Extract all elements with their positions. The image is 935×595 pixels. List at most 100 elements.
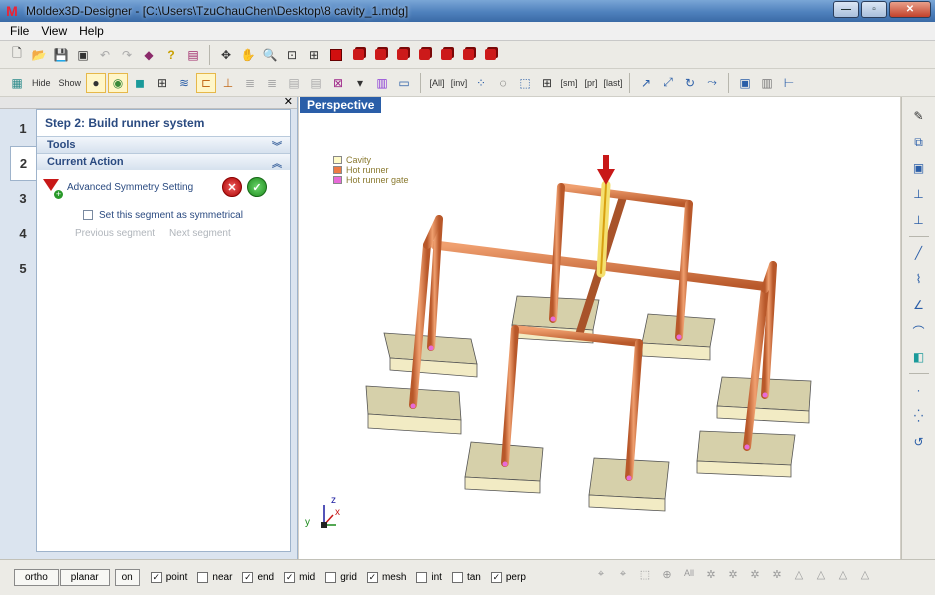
hide-button[interactable]: Hide (29, 73, 54, 93)
snap-node2-icon[interactable]: ✲ (724, 568, 742, 586)
select-same-icon[interactable]: [sm] (559, 73, 579, 93)
layer-stack-3-icon[interactable]: ▤ (284, 73, 304, 93)
fit-view-icon[interactable]: ⊞ (304, 45, 324, 65)
ortho-button[interactable]: ortho (14, 569, 59, 586)
pan-icon[interactable]: ✥ (216, 45, 236, 65)
cancel-button[interactable]: ✕ (222, 177, 242, 197)
snap-mid-checkbox[interactable]: ✓ (284, 572, 296, 583)
sketch-icon[interactable]: ✎ (909, 105, 929, 127)
new-file-icon[interactable]: 🗋 (7, 45, 27, 65)
snap-tri2-icon[interactable]: △ (812, 568, 830, 586)
menu-file[interactable]: File (4, 24, 35, 38)
snap-near[interactable]: near (197, 572, 232, 583)
snap-tri1-icon[interactable]: △ (790, 568, 808, 586)
transform-2-icon[interactable]: ⤢ (658, 73, 678, 93)
view-iso-4-icon[interactable] (414, 45, 434, 65)
symmetry-checkbox[interactable] (83, 210, 93, 220)
select-box-icon[interactable]: ⬚ (515, 73, 535, 93)
help-icon[interactable]: ? (161, 45, 181, 65)
angle-line-icon[interactable]: ∠ (909, 294, 929, 316)
snap-int-checkbox[interactable] (416, 572, 428, 583)
arc-icon[interactable]: ⌒ (909, 320, 929, 342)
snap-perp[interactable]: ✓ perp (490, 572, 526, 583)
snap-end[interactable]: ✓ end (242, 572, 274, 583)
layer-icon[interactable]: ▦ (7, 73, 27, 93)
transform-4-icon[interactable]: ⤳ (702, 73, 722, 93)
snap-all-icon[interactable]: All (680, 568, 698, 586)
select-points-icon[interactable]: ⁘ (471, 73, 491, 93)
view-iso-5-icon[interactable] (436, 45, 456, 65)
select-all-icon[interactable]: [All] (427, 73, 447, 93)
snap-tri4-icon[interactable]: △ (856, 568, 874, 586)
zoom-icon[interactable]: 🔍 (260, 45, 280, 65)
screenshot-icon[interactable]: ▤ (183, 45, 203, 65)
polyline-icon[interactable]: ⌇ (909, 268, 929, 290)
snap-end-checkbox[interactable]: ✓ (242, 572, 254, 583)
color-cube-icon[interactable]: ◼ (130, 73, 150, 93)
snap-mesh[interactable]: ✓ mesh (366, 572, 406, 583)
snap-tri3-icon[interactable]: △ (834, 568, 852, 586)
view-tab-perspective[interactable]: Perspective (300, 97, 382, 113)
snap-zoom-icon[interactable]: ⊕ (658, 568, 676, 586)
invert-selection-icon[interactable]: [inv] (449, 73, 469, 93)
open-folder-icon[interactable]: 📂 (29, 45, 49, 65)
step-tab-2[interactable]: 2 (10, 146, 36, 181)
view-iso-1-icon[interactable] (348, 45, 368, 65)
snap-node1-icon[interactable]: ✲ (702, 568, 720, 586)
next-segment-button[interactable]: Next segment (169, 228, 231, 246)
book-icon[interactable]: ◆ (139, 45, 159, 65)
snap-tan-checkbox[interactable] (451, 572, 463, 583)
current-action-header[interactable]: Current Action ︽ (37, 153, 290, 170)
node-move-icon[interactable]: ⊥ (909, 209, 929, 231)
snap-node4-icon[interactable]: ✲ (768, 568, 786, 586)
save-icon[interactable]: 💾 (51, 45, 71, 65)
ruler-icon[interactable]: ⊢ (779, 73, 799, 93)
3d-viewport[interactable]: z y x Perspective Cavity Hot runner Hot … (299, 97, 900, 559)
dropdown-arrow-icon[interactable]: ▾ (350, 73, 370, 93)
step-tab-1[interactable]: 1 (10, 111, 36, 146)
menu-help[interactable]: Help (73, 24, 110, 38)
snap-grid[interactable]: grid (325, 572, 357, 583)
snap-perp-checkbox[interactable]: ✓ (490, 572, 502, 583)
snap-mesh-checkbox[interactable]: ✓ (366, 572, 378, 583)
chart-icon[interactable]: ▥ (757, 73, 777, 93)
mesh-box-icon[interactable]: ▣ (909, 157, 929, 179)
select-grid-icon[interactable]: ⊞ (537, 73, 557, 93)
previous-segment-button[interactable]: Previous segment (75, 228, 155, 246)
curve-icon[interactable]: ↺ (909, 431, 929, 453)
shaded-sphere-icon[interactable]: ● (86, 72, 107, 93)
runner-shape-icon[interactable]: ⊏ (196, 72, 217, 93)
snap-int[interactable]: int (416, 572, 442, 583)
step-tab-3[interactable]: 3 (10, 181, 36, 216)
select-circle-icon[interactable]: ◌ (493, 73, 513, 93)
image-icon[interactable]: ▣ (735, 73, 755, 93)
confirm-button[interactable]: ✓ (247, 177, 267, 197)
view-iso-2-icon[interactable] (370, 45, 390, 65)
view-iso-3-icon[interactable] (392, 45, 412, 65)
multi-point-icon[interactable]: ⁛ (909, 405, 929, 427)
zoom-window-icon[interactable]: ⊡ (282, 45, 302, 65)
view-iso-6-icon[interactable] (458, 45, 478, 65)
line-icon[interactable]: ╱ (909, 242, 929, 264)
tools-section-header[interactable]: Tools ︾ (37, 136, 290, 153)
menu-view[interactable]: View (35, 24, 73, 38)
snap-grid-checkbox[interactable] (325, 572, 337, 583)
layer-stack-4-icon[interactable]: ▤ (306, 73, 326, 93)
part-icon[interactable]: ⧉ (909, 131, 929, 153)
close-window-button[interactable]: ✕ (889, 1, 931, 18)
maximize-button[interactable]: ▫ (861, 1, 887, 18)
step-tab-5[interactable]: 5 (10, 251, 36, 286)
show-button[interactable]: Show (56, 73, 85, 93)
on-button[interactable]: on (114, 569, 140, 586)
palette-icon[interactable]: ▥ (372, 73, 392, 93)
snap-box-icon[interactable]: ⬚ (636, 568, 654, 586)
transform-3-icon[interactable]: ↻ (680, 73, 700, 93)
monitor-icon[interactable]: ▭ (394, 73, 414, 93)
redo-icon[interactable]: ↷ (117, 45, 137, 65)
node-icon[interactable]: ⊥ (909, 183, 929, 205)
snap-mid[interactable]: ✓ mid (284, 572, 315, 583)
snap-point-checkbox[interactable]: ✓ (150, 572, 162, 583)
snap-node3-icon[interactable]: ✲ (746, 568, 764, 586)
save-all-icon[interactable]: ▣ (73, 45, 93, 65)
select-previous-icon[interactable]: [pr] (581, 73, 601, 93)
